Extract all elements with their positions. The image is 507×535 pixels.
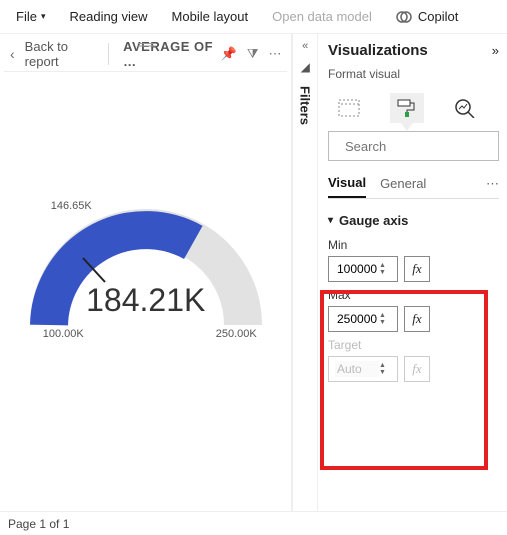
- main-area: ══ ‹ Back to report AVERAGE OF … 📌 ⧩ ⋯ 1…: [0, 34, 507, 511]
- reading-view-button[interactable]: Reading view: [59, 3, 157, 31]
- min-spinner[interactable]: ▲▼: [379, 262, 386, 276]
- tab-overflow-icon[interactable]: ⋯: [486, 176, 499, 192]
- gauge-value-label: 184.21K: [21, 282, 271, 319]
- expand-chevron-icon[interactable]: »: [492, 43, 499, 58]
- report-canvas: ══ ‹ Back to report AVERAGE OF … 📌 ⧩ ⋯ 1…: [0, 34, 292, 511]
- max-field: Max ▲▼ fx: [328, 288, 499, 332]
- back-to-report-link[interactable]: Back to report: [25, 39, 98, 69]
- target-field: Target ▲▼ fx: [328, 338, 499, 382]
- filters-pane[interactable]: « ◢ Filters: [292, 34, 317, 511]
- filter-icon[interactable]: ⧩: [247, 46, 259, 62]
- min-label: Min: [328, 238, 499, 252]
- status-bar: Page 1 of 1: [0, 511, 507, 535]
- gauge-max-label: 250.00K: [216, 328, 257, 340]
- copilot-label: Copilot: [418, 9, 458, 24]
- paint-roller-icon: [396, 98, 418, 118]
- spin-up-icon[interactable]: ▲: [379, 312, 386, 319]
- visual-title: AVERAGE OF …: [108, 43, 221, 65]
- build-visual-mode[interactable]: [332, 93, 366, 123]
- target-input-wrap: ▲▼: [328, 356, 398, 382]
- target-label: Target: [328, 338, 499, 352]
- open-data-model-button: Open data model: [262, 3, 382, 31]
- gauge-axis-section: ▾ Gauge axis Min ▲▼ fx Max: [328, 207, 499, 386]
- analytics-mode[interactable]: [448, 93, 482, 123]
- copilot-button[interactable]: Copilot: [386, 3, 468, 31]
- target-spinner: ▲▼: [379, 362, 386, 376]
- spin-up-icon: ▲: [379, 362, 386, 369]
- min-fx-button[interactable]: fx: [404, 256, 430, 282]
- drag-handle-icon[interactable]: ══: [134, 36, 158, 52]
- spin-down-icon: ▼: [379, 369, 386, 376]
- visualizations-title: Visualizations: [328, 42, 428, 59]
- spin-up-icon[interactable]: ▲: [379, 262, 386, 269]
- max-input[interactable]: [335, 311, 379, 327]
- max-fx-button[interactable]: fx: [404, 306, 430, 332]
- spin-down-icon[interactable]: ▼: [379, 319, 386, 326]
- back-chevron-icon[interactable]: ‹: [10, 46, 15, 62]
- mobile-layout-label: Mobile layout: [172, 9, 249, 24]
- spin-down-icon[interactable]: ▼: [379, 269, 386, 276]
- pane-mode-switch: [328, 89, 499, 123]
- gauge-min-label: 100.00K: [43, 328, 84, 340]
- open-data-model-label: Open data model: [272, 9, 372, 24]
- gauge-axis-toggle[interactable]: ▾ Gauge axis: [328, 207, 499, 232]
- pin-icon[interactable]: 📌: [221, 46, 237, 62]
- format-tabs: Visual General ⋯: [328, 169, 499, 199]
- file-menu[interactable]: File ▾: [6, 3, 55, 31]
- format-visual-mode[interactable]: [390, 93, 424, 123]
- tab-visual[interactable]: Visual: [328, 169, 366, 198]
- copilot-icon: [396, 9, 412, 25]
- chevron-down-icon: ▾: [41, 11, 46, 22]
- visualizations-pane: Visualizations » Format visual Visual Ge…: [317, 34, 507, 511]
- filters-title: Filters: [298, 86, 313, 125]
- format-search-input[interactable]: [343, 138, 507, 155]
- mobile-layout-button[interactable]: Mobile layout: [162, 3, 259, 31]
- min-input[interactable]: [335, 261, 379, 277]
- fields-grid-icon: [338, 99, 360, 117]
- collapse-chevron-icon[interactable]: «: [302, 40, 308, 52]
- app-toolbar: File ▾ Reading view Mobile layout Open d…: [0, 0, 507, 34]
- gauge-needle-label: 146.65K: [51, 200, 92, 212]
- tab-general[interactable]: General: [380, 170, 426, 197]
- page-indicator: Page 1 of 1: [8, 517, 69, 531]
- chevron-down-icon: ▾: [328, 215, 333, 226]
- target-fx-button: fx: [404, 356, 430, 382]
- file-menu-label: File: [16, 9, 37, 24]
- magnifier-chart-icon: [454, 98, 476, 118]
- min-input-wrap[interactable]: ▲▼: [328, 256, 398, 282]
- more-options-icon[interactable]: ⋯: [268, 46, 281, 62]
- gauge-visual[interactable]: 146.65K 184.21K 100.00K 250.00K: [4, 72, 287, 507]
- max-spinner[interactable]: ▲▼: [379, 312, 386, 326]
- format-visual-subtitle: Format visual: [328, 67, 499, 81]
- max-label: Max: [328, 288, 499, 302]
- reading-view-label: Reading view: [69, 9, 147, 24]
- max-input-wrap[interactable]: ▲▼: [328, 306, 398, 332]
- format-search[interactable]: [328, 131, 499, 161]
- target-input: [335, 361, 379, 377]
- min-field: Min ▲▼ fx: [328, 238, 499, 282]
- filters-funnel-icon: ◢: [301, 60, 310, 74]
- gauge-axis-title: Gauge axis: [339, 213, 408, 228]
